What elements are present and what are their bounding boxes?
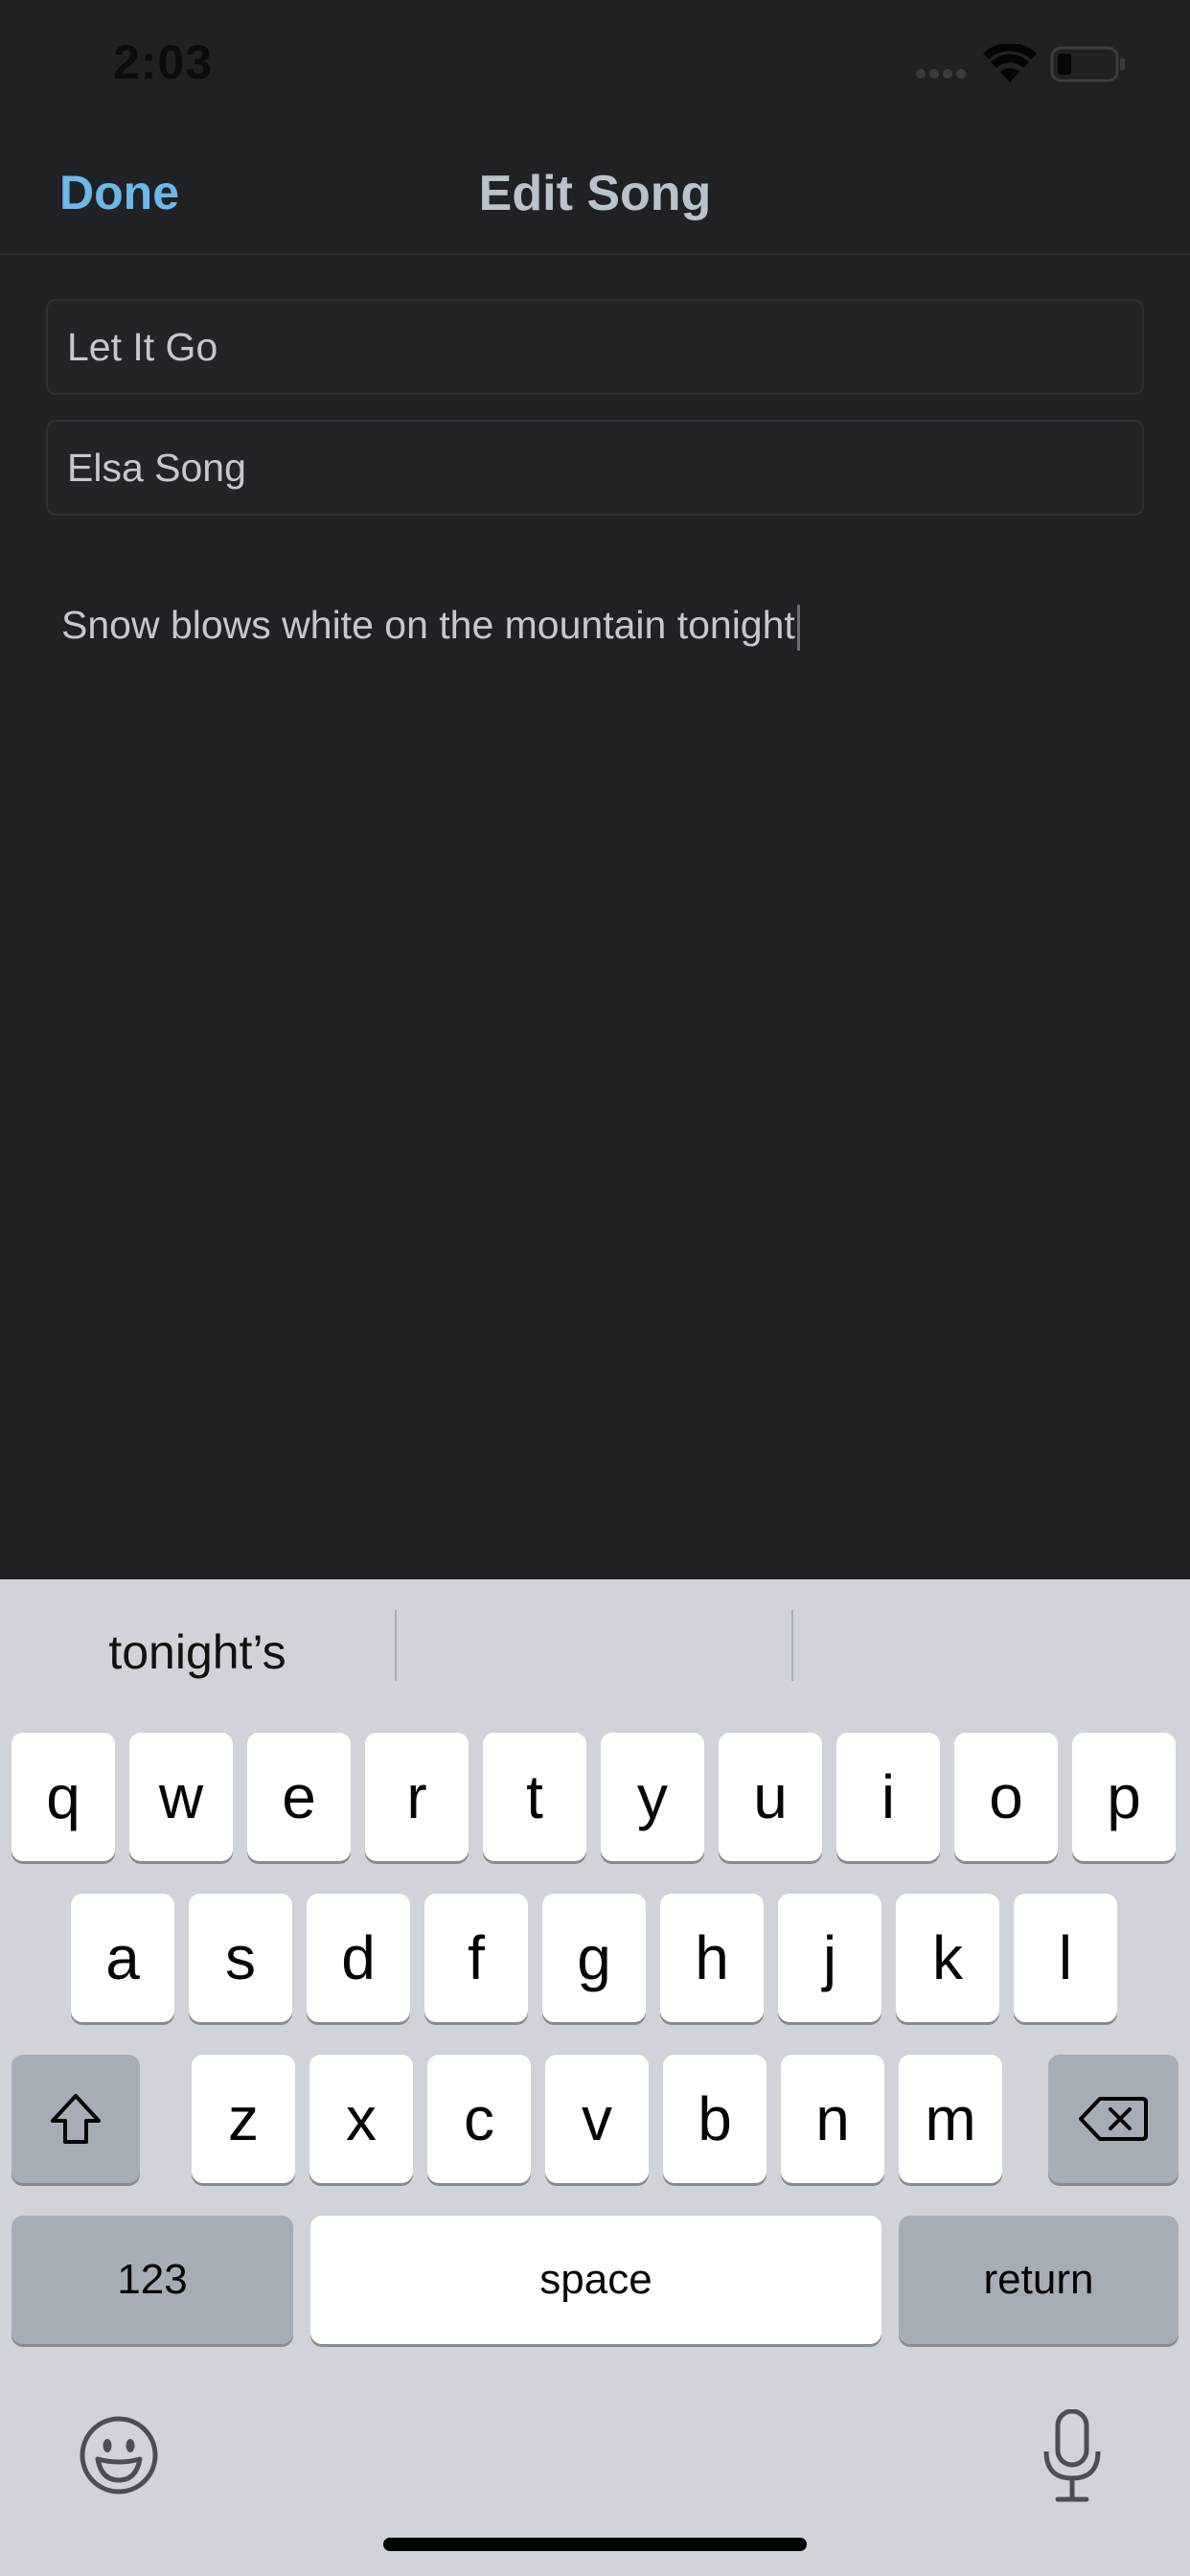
- microphone-icon[interactable]: [1042, 2409, 1102, 2503]
- navigation-bar: Done Edit Song: [0, 134, 1190, 255]
- key-m[interactable]: m: [899, 2055, 1002, 2183]
- space-key[interactable]: space: [310, 2216, 881, 2344]
- key-o[interactable]: o: [954, 1733, 1058, 1861]
- song-title-field[interactable]: Let It Go: [46, 299, 1144, 395]
- emoji-icon[interactable]: [79, 2415, 159, 2496]
- suggestion-3[interactable]: [793, 1604, 1188, 1700]
- key-t[interactable]: t: [483, 1733, 586, 1861]
- key-v[interactable]: v: [545, 2055, 649, 2183]
- battery-icon: [1050, 46, 1125, 82]
- key-c[interactable]: c: [427, 2055, 531, 2183]
- wifi-icon: [983, 44, 1037, 82]
- key-b[interactable]: b: [663, 2055, 767, 2183]
- status-bar: 2:03: [0, 0, 1190, 134]
- key-r[interactable]: r: [365, 1733, 469, 1861]
- backspace-icon: [1079, 2097, 1148, 2141]
- lyrics-text-area[interactable]: Snow blows white on the mountain tonight: [61, 596, 1134, 1459]
- key-s[interactable]: s: [189, 1894, 292, 2022]
- return-key[interactable]: return: [899, 2216, 1179, 2344]
- done-button[interactable]: Done: [59, 165, 179, 220]
- key-y[interactable]: y: [601, 1733, 704, 1861]
- key-l[interactable]: l: [1014, 1894, 1117, 2022]
- key-n[interactable]: n: [781, 2055, 884, 2183]
- status-time: 2:03: [113, 35, 214, 89]
- key-q[interactable]: q: [11, 1733, 115, 1861]
- suggestion-bar: tonight’s: [0, 1579, 1190, 1723]
- key-g[interactable]: g: [542, 1894, 646, 2022]
- key-w[interactable]: w: [129, 1733, 233, 1861]
- key-p[interactable]: p: [1072, 1733, 1176, 1861]
- key-i[interactable]: i: [836, 1733, 940, 1861]
- suggestion-2[interactable]: [397, 1604, 791, 1700]
- backspace-key[interactable]: [1048, 2055, 1179, 2183]
- key-h[interactable]: h: [660, 1894, 764, 2022]
- lyrics-text: Snow blows white on the mountain tonight: [61, 603, 795, 647]
- key-u[interactable]: u: [719, 1733, 822, 1861]
- suggestion-1[interactable]: tonight’s: [0, 1604, 395, 1700]
- key-x[interactable]: x: [309, 2055, 413, 2183]
- shift-key[interactable]: [11, 2055, 140, 2183]
- shift-icon: [51, 2094, 101, 2144]
- keyboard: tonight’s q w e r t y u i o p a s d f g …: [0, 1579, 1190, 2576]
- key-j[interactable]: j: [778, 1894, 881, 2022]
- home-indicator[interactable]: [383, 2538, 807, 2551]
- song-artist-field[interactable]: Elsa Song: [46, 420, 1144, 516]
- cellular-signal-icon: [916, 69, 968, 80]
- text-cursor: [796, 605, 800, 652]
- key-z[interactable]: z: [192, 2055, 295, 2183]
- key-f[interactable]: f: [424, 1894, 528, 2022]
- key-k[interactable]: k: [896, 1894, 999, 2022]
- numbers-key[interactable]: 123: [11, 2216, 293, 2344]
- key-e[interactable]: e: [247, 1733, 351, 1861]
- key-d[interactable]: d: [307, 1894, 410, 2022]
- key-a[interactable]: a: [71, 1894, 174, 2022]
